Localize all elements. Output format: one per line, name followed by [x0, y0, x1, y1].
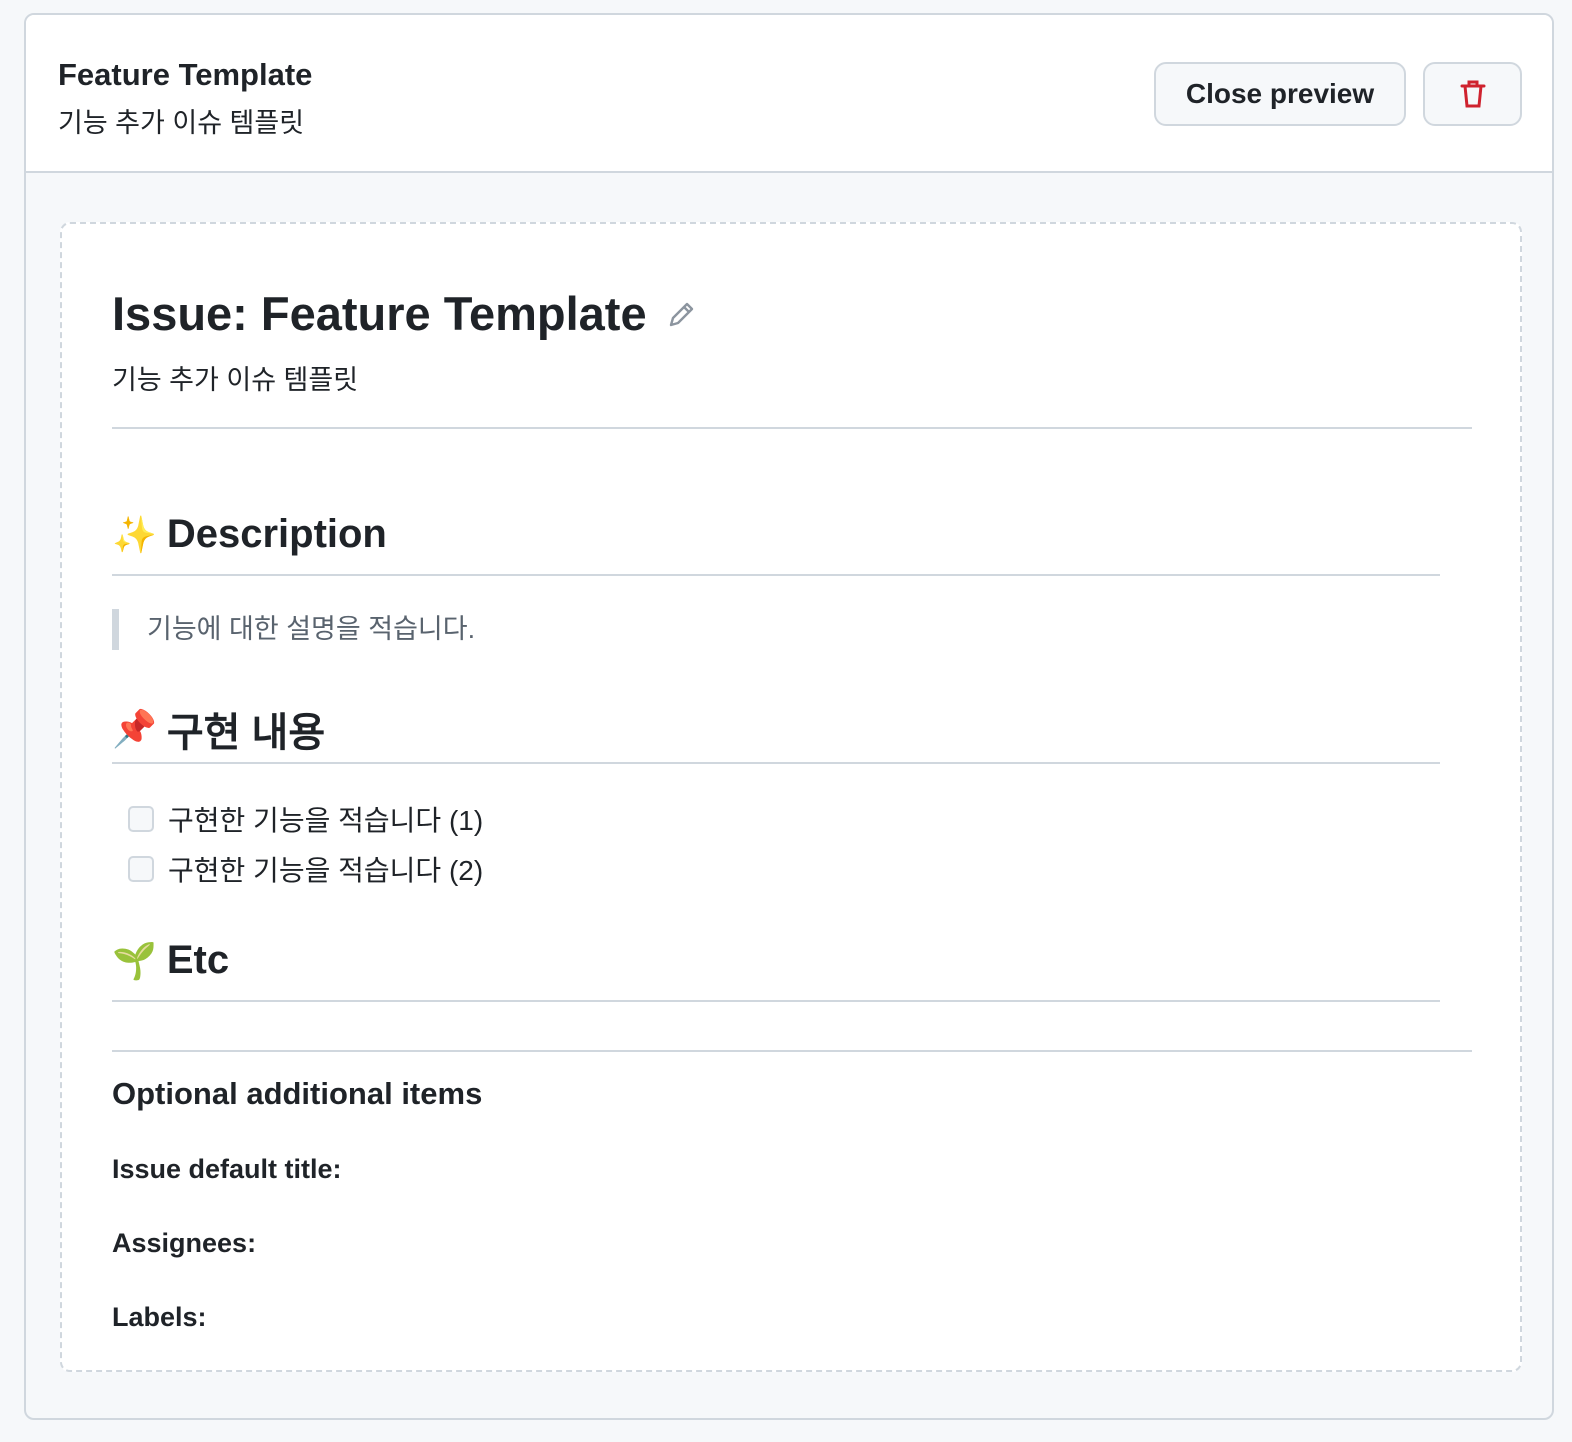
preview-title-text: Issue: Feature Template [112, 287, 647, 340]
divider [112, 427, 1472, 429]
trash-icon [1460, 80, 1485, 108]
task-checkbox[interactable] [128, 856, 154, 882]
preview-subtitle: 기능 추가 이슈 템플릿 [112, 365, 359, 395]
seedling-icon: 🌱 [112, 940, 157, 982]
task-text: 구현한 기능을 적습니다 (1) [168, 805, 484, 836]
heading-text: 구현 내용 [166, 711, 326, 755]
description-quote: 기능에 대한 설명을 적습니다. [112, 609, 475, 650]
section-heading-description: ✨ Description [112, 512, 387, 557]
template-panel: Feature Template 기능 추가 이슈 템플릿 Close prev… [24, 13, 1554, 1420]
optional-heading: Optional additional items [112, 1076, 483, 1111]
template-about: 기능 추가 이슈 템플릿 [58, 108, 305, 138]
section-heading-implementation: 📌 구현 내용 [112, 700, 325, 758]
divider [112, 762, 1440, 764]
pushpin-icon: 📌 [112, 709, 157, 750]
divider [112, 1000, 1440, 1002]
section-heading-etc: 🌱 Etc [112, 938, 229, 983]
task-item: 구현한 기능을 적습니다 (1) [128, 799, 483, 839]
labels-label: Labels: [112, 1302, 207, 1332]
preview-card: Issue: Feature Template 기능 추가 이슈 템플릿 ✨ De… [60, 222, 1522, 1372]
heading-text: Description [166, 512, 387, 556]
task-checkbox[interactable] [128, 806, 154, 832]
default-title-label: Issue default title: [112, 1154, 342, 1184]
heading-text: Etc [166, 938, 230, 982]
pencil-icon[interactable] [667, 299, 697, 329]
assignees-label: Assignees: [112, 1228, 257, 1258]
preview-title: Issue: Feature Template [112, 286, 697, 341]
sparkles-icon: ✨ [112, 514, 157, 556]
divider [112, 1050, 1472, 1052]
close-preview-button[interactable]: Close preview [1154, 62, 1406, 126]
template-name: Feature Template [58, 57, 313, 92]
task-text: 구현한 기능을 적습니다 (2) [168, 855, 484, 886]
divider [112, 574, 1440, 576]
panel-header: Feature Template 기능 추가 이슈 템플릿 Close prev… [26, 15, 1552, 173]
delete-button[interactable] [1423, 62, 1522, 126]
task-item: 구현한 기능을 적습니다 (2) [128, 849, 483, 889]
